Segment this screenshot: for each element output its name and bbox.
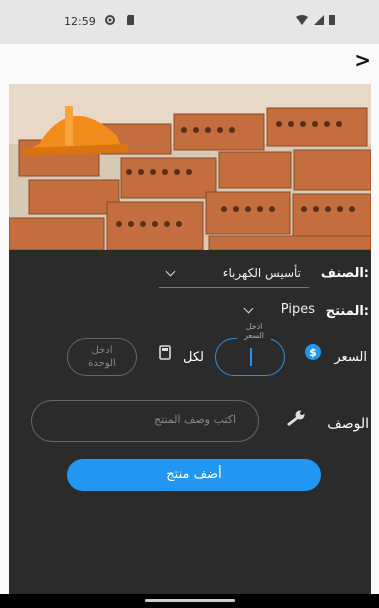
description-label: الوصف — [327, 416, 369, 432]
text-caret — [250, 348, 252, 366]
add-product-panel: الصنف: تأسيس الكهرباء المنتج: Pipes السع… — [9, 84, 371, 608]
unit-placeholder: ادخل الوحدة — [68, 344, 136, 370]
product-value: Pipes — [280, 302, 315, 317]
description-input[interactable]: اكتب وصف المنتج — [31, 400, 259, 442]
status-time: 12:59 — [64, 15, 96, 28]
wifi-icon — [296, 15, 308, 25]
add-product-button[interactable]: أضف منتج — [67, 459, 321, 491]
product-dropdown[interactable]: Pipes — [239, 300, 319, 322]
dollar-icon: $ — [305, 344, 321, 360]
status-system-icons — [296, 14, 335, 28]
unit-input[interactable]: ادخل الوحدة — [67, 338, 137, 376]
signal-icon — [313, 15, 324, 25]
settings-notification-icon — [105, 15, 115, 25]
chevron-down-icon — [243, 303, 254, 314]
category-value: تأسيس الكهرباء — [222, 266, 301, 280]
status-bar: 12:59 — [0, 0, 379, 44]
wrench-icon — [287, 410, 305, 426]
price-label-line1: ادخل — [245, 322, 263, 331]
sd-card-icon — [126, 15, 134, 25]
unit-placeholder-line2: الوحدة — [88, 358, 116, 369]
price-input[interactable] — [215, 338, 285, 376]
svg-text:$: $ — [309, 346, 317, 359]
battery-icon — [329, 15, 335, 25]
home-gesture-pill[interactable] — [145, 599, 235, 602]
price-input-label: ادخل السعر — [237, 322, 271, 340]
product-label: المنتج: — [325, 304, 369, 319]
status-notification-icons — [104, 13, 136, 27]
construction-hero-image — [9, 84, 371, 250]
price-label: السعر — [334, 350, 367, 365]
app-bar: > — [0, 44, 379, 80]
chevron-down-icon — [165, 266, 176, 277]
system-nav-bar — [0, 594, 379, 608]
description-placeholder: اكتب وصف المنتج — [154, 413, 236, 426]
per-label: لكل — [183, 350, 204, 365]
category-label: الصنف: — [320, 266, 369, 281]
price-label-line2: السعر — [243, 331, 265, 340]
calculator-icon — [159, 345, 171, 360]
back-arrow-icon[interactable]: > — [354, 48, 371, 72]
unit-placeholder-line1: ادخل — [91, 345, 113, 356]
category-dropdown[interactable]: تأسيس الكهرباء — [159, 262, 309, 288]
